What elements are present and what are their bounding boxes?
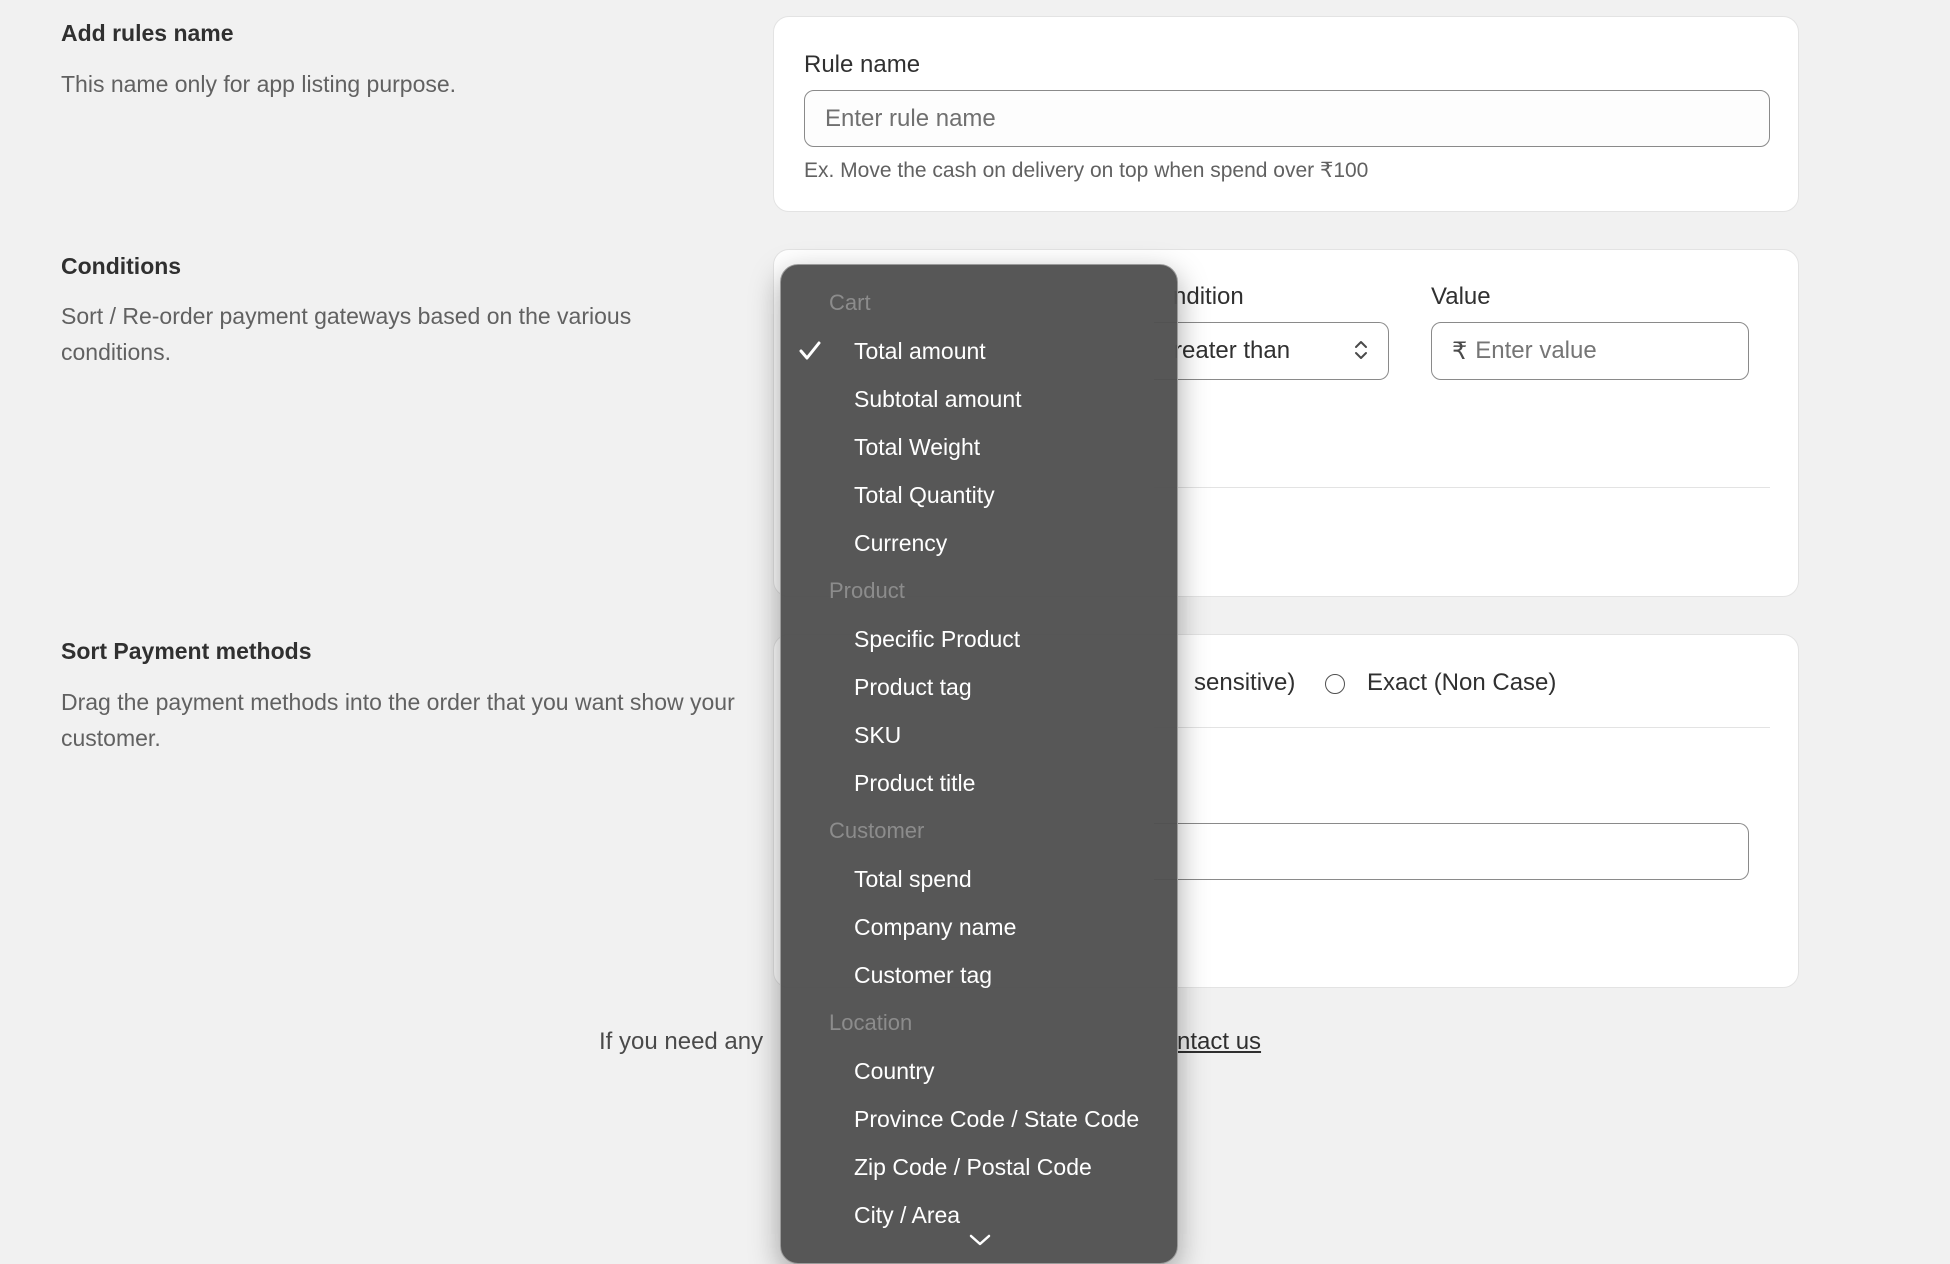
menu-item-total-weight[interactable]: Total Weight xyxy=(781,423,1177,471)
field-dropdown-menu: Cart Total amount Subtotal amount Total … xyxy=(780,264,1178,1264)
menu-item-province-code[interactable]: Province Code / State Code xyxy=(781,1095,1177,1143)
condition-select-value: reater than xyxy=(1174,337,1291,364)
rule-name-input[interactable] xyxy=(804,90,1770,147)
rupee-prefix: ₹ xyxy=(1452,337,1468,365)
menu-item-label: Product tag xyxy=(854,674,972,700)
footer-help-text: If you need any xyxy=(599,1028,764,1055)
menu-item-zip-code[interactable]: Zip Code / Postal Code xyxy=(781,1143,1177,1191)
rule-name-card: Rule name Ex. Move the cash on delivery … xyxy=(773,16,1799,212)
menu-item-label: SKU xyxy=(854,722,902,748)
chevron-down-icon[interactable] xyxy=(968,1233,992,1247)
match-option-label: sensitive) xyxy=(1194,669,1296,696)
menu-group-customer: Customer xyxy=(829,818,925,843)
value-label: Value xyxy=(1431,283,1491,310)
menu-group-product: Product xyxy=(829,578,905,603)
menu-item-label: Zip Code / Postal Code xyxy=(854,1154,1092,1180)
menu-item-label: Product title xyxy=(854,770,976,796)
sort-section-description: Drag the payment methods into the order … xyxy=(61,689,735,751)
menu-item-label: Company name xyxy=(854,914,1017,940)
sort-section-title: Sort Payment methods xyxy=(61,638,312,664)
exact-option-label: Exact (Non Case) xyxy=(1367,669,1557,696)
menu-item-country[interactable]: Country xyxy=(781,1047,1177,1095)
menu-item-label: City / Area xyxy=(854,1202,961,1228)
menu-item-specific-product[interactable]: Specific Product xyxy=(781,615,1177,663)
menu-item-label: Total Quantity xyxy=(854,482,995,508)
menu-item-customer-tag[interactable]: Customer tag xyxy=(781,951,1177,999)
menu-item-label: Province Code / State Code xyxy=(854,1106,1140,1132)
menu-item-label: Customer tag xyxy=(854,962,993,988)
menu-item-label: Specific Product xyxy=(854,626,1021,652)
rule-name-label: Rule name xyxy=(804,51,921,78)
exact-radio[interactable] xyxy=(1325,674,1345,694)
menu-item-label: Country xyxy=(854,1058,935,1084)
menu-item-label: Total amount xyxy=(854,338,986,364)
menu-item-total-quantity[interactable]: Total Quantity xyxy=(781,471,1177,519)
menu-group-location: Location xyxy=(829,1010,913,1035)
menu-item-sku[interactable]: SKU xyxy=(781,711,1177,759)
menu-group-cart: Cart xyxy=(829,290,871,315)
footer-contact-container: ntact us xyxy=(1177,1028,1261,1056)
contact-us-link[interactable]: ntact us xyxy=(1177,1028,1261,1055)
menu-item-subtotal-amount[interactable]: Subtotal amount xyxy=(781,375,1177,423)
menu-item-label: Currency xyxy=(854,530,948,556)
checkmark-icon xyxy=(799,341,821,360)
menu-item-label: Subtotal amount xyxy=(854,386,1022,412)
menu-item-company-name[interactable]: Company name xyxy=(781,903,1177,951)
payment-search-input[interactable] xyxy=(1154,823,1749,880)
sort-divider xyxy=(1154,727,1770,728)
rule-name-help-text: Ex. Move the cash on delivery on top whe… xyxy=(804,159,1369,182)
menu-item-currency[interactable]: Currency xyxy=(781,519,1177,567)
conditions-section-description: Sort / Re-order payment gateways based o… xyxy=(61,303,632,365)
value-input[interactable] xyxy=(1473,336,1718,366)
menu-item-city-area[interactable]: City / Area xyxy=(781,1191,1177,1239)
menu-item-total-spend[interactable]: Total spend xyxy=(781,855,1177,903)
conditions-section-title: Conditions xyxy=(61,253,182,279)
menu-item-product-title[interactable]: Product title xyxy=(781,759,1177,807)
select-updown-icon xyxy=(1355,341,1367,359)
dropdown-options: Cart Total amount Subtotal amount Total … xyxy=(781,279,1177,1239)
menu-item-product-tag[interactable]: Product tag xyxy=(781,663,1177,711)
menu-item-label: Total Weight xyxy=(854,434,981,460)
rules-section-title: Add rules name xyxy=(61,20,234,46)
rules-section-description: This name only for app listing purpose. xyxy=(61,71,457,97)
value-field[interactable]: ₹ xyxy=(1431,322,1749,380)
conditions-divider xyxy=(1154,487,1770,488)
menu-item-total-amount[interactable]: Total amount xyxy=(781,327,1177,375)
condition-label: ndition xyxy=(1173,283,1244,310)
menu-item-label: Total spend xyxy=(854,866,972,892)
condition-select[interactable]: reater than xyxy=(1154,322,1389,380)
